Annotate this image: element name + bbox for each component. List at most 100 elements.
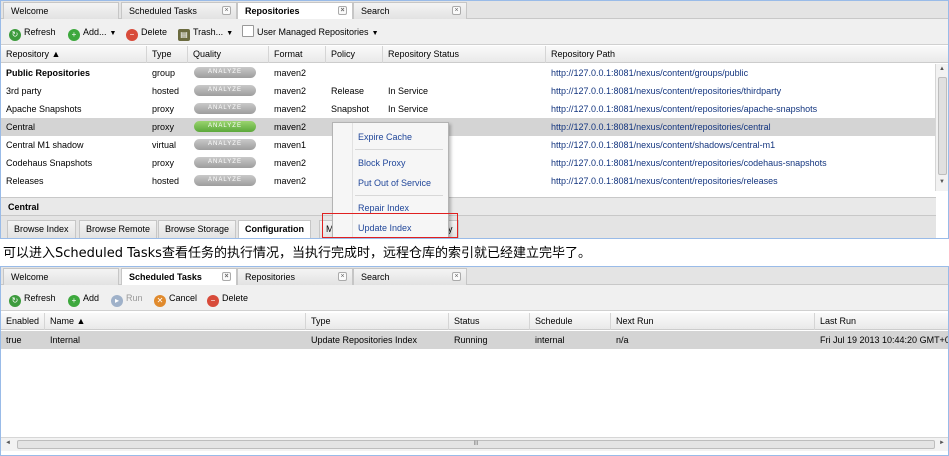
refresh-button[interactable]: ↻ Refresh xyxy=(9,291,56,307)
analyze-button[interactable]: ANALYZE xyxy=(194,121,256,132)
delete-button[interactable]: − Delete xyxy=(126,25,167,41)
column-quality[interactable]: Quality xyxy=(188,46,269,63)
trash-button[interactable]: ▤ Trash... ▼ xyxy=(178,25,233,41)
menu-item-block-proxy[interactable]: Block Proxy xyxy=(358,158,406,168)
tab-search[interactable]: Search × xyxy=(353,2,467,19)
policy-cell xyxy=(326,64,383,82)
analyze-button[interactable]: ANALYZE xyxy=(194,85,256,96)
repository-name-cell: Central xyxy=(6,122,36,132)
caption-text: 可以进入Scheduled Tasks查看任务的执行情况，当执行完成时，远程仓库… xyxy=(3,246,591,261)
menu-separator xyxy=(355,149,443,150)
repositories-vertical-scrollbar[interactable]: ▲ ▼ xyxy=(935,64,948,191)
table-row[interactable]: Codehaus Snapshots proxy maven2 http://127.… xyxy=(1,154,936,172)
close-icon[interactable]: × xyxy=(338,6,347,15)
refresh-button[interactable]: ↻ Refresh xyxy=(9,25,56,41)
analyze-button[interactable]: ANALYZE xyxy=(194,157,256,168)
column-type[interactable]: Type xyxy=(306,313,449,330)
table-row[interactable]: Apache Snapshots proxy maven2 Snapshot In Se… xyxy=(1,100,936,118)
analyze-button[interactable]: ANALYZE xyxy=(194,175,256,186)
column-repository-path[interactable]: Repository Path xyxy=(546,46,948,63)
repository-path-cell[interactable]: http://127.0.0.1:8081/nexus/content/shad… xyxy=(546,136,936,154)
menu-item-put-out-of-service[interactable]: Put Out of Service xyxy=(358,178,431,188)
menu-item-repair-index[interactable]: Repair Index xyxy=(358,203,409,213)
column-next-run[interactable]: Next Run xyxy=(611,313,815,330)
close-icon[interactable]: × xyxy=(452,6,461,15)
close-icon[interactable]: × xyxy=(338,272,347,281)
menu-item-expire-cache[interactable]: Expire Cache xyxy=(358,132,412,142)
format-cell: maven2 xyxy=(274,122,307,132)
tab-repositories[interactable]: Repositories × xyxy=(237,268,353,285)
tasks-toolbar: ↻ Refresh + Add ▸ Run ✕ Cancel − Delete xyxy=(1,285,948,311)
column-type[interactable]: Type xyxy=(147,46,188,63)
tab-search[interactable]: Search × xyxy=(353,268,467,285)
column-format[interactable]: Format xyxy=(269,46,326,63)
format-cell: maven1 xyxy=(274,140,307,150)
repository-path-cell[interactable]: http://127.0.0.1:8081/nexus/content/repo… xyxy=(546,118,936,136)
column-repository[interactable]: Repository ▲ xyxy=(1,46,147,63)
table-row[interactable]: true Internal Update Repositories Index Run… xyxy=(1,331,948,349)
type-cell: group xyxy=(152,68,176,78)
repository-path-cell[interactable]: http://127.0.0.1:8081/nexus/content/grou… xyxy=(546,64,936,82)
repository-path-cell[interactable]: http://127.0.0.1:8081/nexus/content/repo… xyxy=(546,82,936,100)
delete-button[interactable]: − Delete xyxy=(207,291,248,307)
highlight-box xyxy=(322,213,458,238)
detail-panel-title: Central xyxy=(1,197,936,215)
tab-scheduled-tasks[interactable]: Scheduled Tasks × xyxy=(121,268,237,286)
table-row[interactable]: Releases hosted maven2 http://127.0.0.1:808… xyxy=(1,172,936,190)
format-cell: maven2 xyxy=(274,86,307,96)
scroll-right-icon[interactable]: ► xyxy=(939,440,945,446)
schedule-cell: internal xyxy=(535,335,565,345)
enabled-cell: true xyxy=(6,335,22,345)
column-name[interactable]: Name ▲ xyxy=(45,313,306,330)
name-cell: Internal xyxy=(50,335,81,345)
repository-name-cell: 3rd party xyxy=(6,86,42,96)
close-icon[interactable]: × xyxy=(452,272,461,281)
tab-scheduled-tasks[interactable]: Scheduled Tasks × xyxy=(121,2,237,19)
status-cell: In Service xyxy=(388,86,429,96)
close-icon[interactable]: × xyxy=(222,6,231,15)
tab-browse-storage[interactable]: Browse Storage xyxy=(158,220,237,238)
column-schedule[interactable]: Schedule xyxy=(530,313,611,330)
scroll-left-icon[interactable]: ◄ xyxy=(5,440,11,446)
column-enabled[interactable]: Enabled xyxy=(1,313,45,330)
column-repository-status[interactable]: Repository Status xyxy=(383,46,546,63)
column-last-run[interactable]: Last Run xyxy=(815,313,948,330)
table-row[interactable]: Central M1 shadow virtual maven1 http://127… xyxy=(1,136,936,154)
tab-configuration[interactable]: Configuration xyxy=(238,220,311,238)
format-cell: maven2 xyxy=(274,176,307,186)
user-managed-repositories-button[interactable]: User Managed Repositories ▼ xyxy=(242,25,379,39)
scrollbar-thumb[interactable] xyxy=(938,77,947,175)
repositories-toolbar: ↻ Refresh + Add... ▼ − Delete ▤ Trash... ▼ Use… xyxy=(1,19,948,45)
add-button[interactable]: + Add... ▼ xyxy=(68,25,116,41)
scroll-down-icon[interactable]: ▼ xyxy=(939,179,945,185)
add-icon: + xyxy=(68,295,80,307)
repository-path-cell[interactable]: http://127.0.0.1:8081/nexus/content/repo… xyxy=(546,154,936,172)
repository-name-cell: Apache Snapshots xyxy=(6,104,82,114)
close-icon[interactable]: × xyxy=(222,272,231,281)
repository-path-cell[interactable]: http://127.0.0.1:8081/nexus/content/repo… xyxy=(546,172,936,190)
analyze-button[interactable]: ANALYZE xyxy=(194,103,256,114)
tasks-horizontal-scrollbar[interactable]: ◄ III ► xyxy=(1,437,948,451)
type-cell: hosted xyxy=(152,86,180,96)
tab-welcome[interactable]: Welcome xyxy=(3,2,119,19)
status-cell: Running xyxy=(454,335,488,345)
repository-path-cell[interactable]: http://127.0.0.1:8081/nexus/content/repo… xyxy=(546,100,936,118)
scroll-up-icon[interactable]: ▲ xyxy=(939,66,945,72)
tab-browse-remote[interactable]: Browse Remote xyxy=(79,220,158,238)
add-button[interactable]: + Add xyxy=(68,291,99,307)
table-row[interactable]: Public Repositories group maven2 http://127… xyxy=(1,64,936,82)
tab-repositories[interactable]: Repositories × xyxy=(237,2,353,20)
scrollbar-thumb[interactable]: III xyxy=(17,440,935,449)
column-policy[interactable]: Policy xyxy=(326,46,383,63)
analyze-button[interactable]: ANALYZE xyxy=(194,139,256,150)
analyze-button[interactable]: ANALYZE xyxy=(194,67,256,78)
run-icon: ▸ xyxy=(111,295,123,307)
table-row[interactable]: Central proxy maven2 http://127.0.0.1:8081/… xyxy=(1,118,936,136)
tab-welcome[interactable]: Welcome xyxy=(3,268,119,285)
column-status[interactable]: Status xyxy=(449,313,530,330)
tab-browse-index[interactable]: Browse Index xyxy=(7,220,76,238)
run-button[interactable]: ▸ Run xyxy=(111,291,143,307)
table-row[interactable]: 3rd party hosted maven2 Release In Service ht… xyxy=(1,82,936,100)
page-icon xyxy=(242,25,254,37)
cancel-button[interactable]: ✕ Cancel xyxy=(154,291,197,307)
